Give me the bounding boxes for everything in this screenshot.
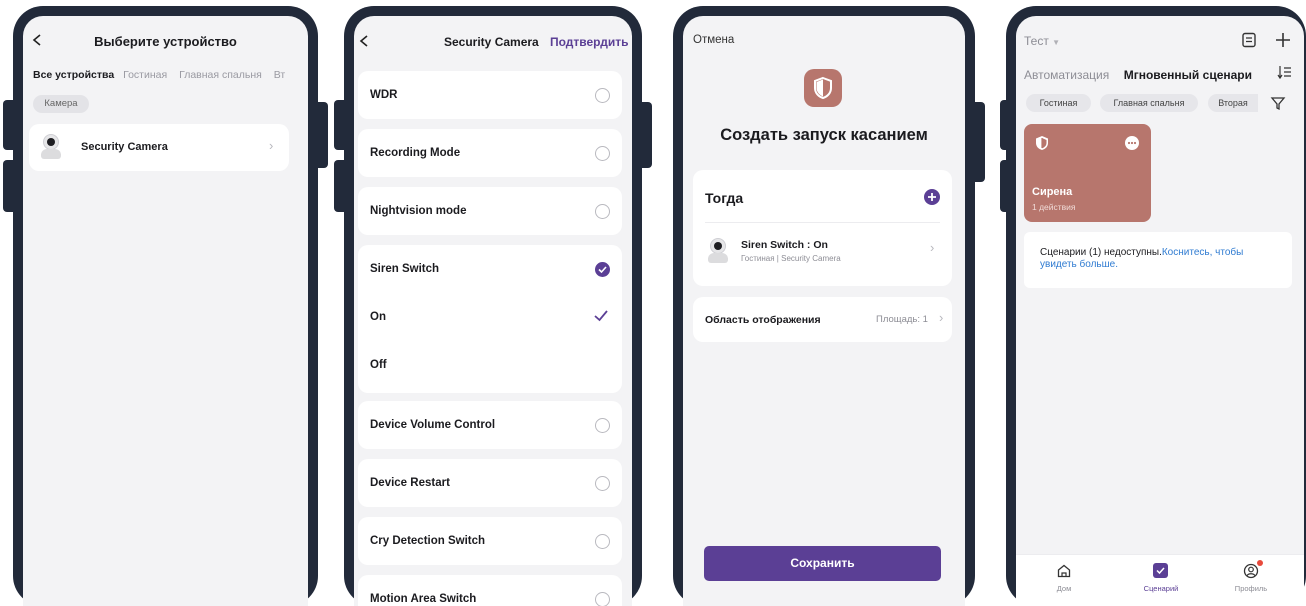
page-title: Выберите устройство: [94, 34, 237, 49]
confirm-button[interactable]: Подтвердить: [550, 35, 628, 49]
option-device-restart[interactable]: Device Restart: [358, 459, 622, 507]
bottom-nav: Дом Сценарий Профиль: [1016, 554, 1304, 606]
scene-icon: [1153, 563, 1168, 578]
option-wdr[interactable]: WDR: [358, 71, 622, 119]
device-name: Security Camera: [81, 141, 168, 153]
radio-unchecked-icon: [595, 534, 610, 549]
notification-dot: [1257, 560, 1263, 566]
then-section: Тогда Siren Switch : On Гостиная | Secur…: [693, 170, 952, 286]
scenes-screen: Тест ▼ Автоматизация Мгновенный сценари …: [1016, 16, 1304, 606]
device-row[interactable]: Security Camera ›: [29, 124, 289, 171]
radio-unchecked-icon: [595, 204, 610, 219]
action-subtitle: Гостиная | Security Camera: [741, 254, 841, 263]
option-nightvision[interactable]: Nightvision mode: [358, 187, 622, 235]
chevron-right-icon: ›: [269, 138, 274, 153]
tab-automation[interactable]: Автоматизация: [1024, 68, 1109, 82]
more-icon[interactable]: [1125, 136, 1139, 150]
home-name: Тест: [1024, 34, 1049, 48]
option-recording-mode[interactable]: Recording Mode: [358, 129, 622, 177]
add-icon[interactable]: [1274, 31, 1292, 49]
tap-to-run-screen: Отмена Создать запуск касанием Тогда Sir…: [683, 16, 965, 606]
caret-down-icon: ▼: [1052, 38, 1061, 47]
radio-checked-icon: [595, 262, 610, 277]
tab-master-bedroom[interactable]: Главная спальня: [179, 69, 262, 81]
camera-icon: [40, 134, 62, 160]
scene-tabs: Автоматизация Мгновенный сценари: [1024, 66, 1274, 82]
page-title: Security Camera: [444, 35, 539, 49]
radio-unchecked-icon: [595, 418, 610, 433]
radio-unchecked-icon: [595, 146, 610, 161]
suboption-on[interactable]: On: [358, 297, 622, 337]
action-row[interactable]: Siren Switch : On Гостиная | Security Ca…: [693, 228, 952, 276]
suboption-off[interactable]: Off: [358, 345, 622, 385]
category-chip[interactable]: Камера: [33, 95, 89, 113]
scene-name: Сирена: [1032, 186, 1073, 198]
home-selector[interactable]: Тест ▼: [1024, 34, 1060, 48]
chevron-right-icon: ›: [939, 310, 944, 325]
room-chip-master[interactable]: Главная спальня: [1100, 94, 1198, 112]
phone-frame-1: Выберите устройство Все устройства Гости…: [13, 6, 328, 606]
action-title: Siren Switch : On: [741, 239, 828, 251]
save-button[interactable]: Сохранить: [704, 546, 941, 581]
nav-home[interactable]: Дом: [1042, 563, 1086, 599]
option-motion-area[interactable]: Motion Area Switch: [358, 575, 622, 606]
nav-profile[interactable]: Профиль: [1226, 560, 1276, 599]
room-tabs: Все устройства Гостиная Главная спальня …: [33, 69, 308, 83]
cancel-button[interactable]: Отмена: [693, 34, 734, 46]
back-icon[interactable]: [358, 34, 372, 48]
chevron-right-icon: ›: [930, 240, 935, 255]
checkmark-icon: [592, 307, 610, 330]
option-siren-switch[interactable]: Siren Switch On Off: [358, 245, 622, 393]
radio-unchecked-icon: [595, 88, 610, 103]
notice-text: Сценарии (1) недоступны.: [1040, 247, 1162, 258]
add-action-icon[interactable]: [924, 189, 940, 205]
profile-icon: [1243, 563, 1261, 584]
tab-tap-to-run[interactable]: Мгновенный сценари: [1124, 68, 1252, 82]
phone-frame-4: Тест ▼ Автоматизация Мгновенный сценари …: [1006, 6, 1306, 606]
room-chip-living[interactable]: Гостиная: [1026, 94, 1091, 112]
area-label: Область отображения: [705, 314, 821, 326]
device-picker-screen: Выберите устройство Все устройства Гости…: [23, 16, 308, 606]
filter-icon[interactable]: [1270, 95, 1286, 111]
area-value: Площадь: 1: [876, 314, 928, 325]
sort-icon[interactable]: [1276, 64, 1292, 80]
tab-second[interactable]: Вт: [274, 69, 285, 81]
nav-scenes[interactable]: Сценарий: [1136, 563, 1186, 599]
shield-icon: [1035, 135, 1049, 151]
tab-all-devices[interactable]: Все устройства: [33, 69, 114, 81]
home-icon: [1056, 563, 1072, 584]
camera-icon: [707, 238, 729, 264]
dp-select-screen: Security Camera Подтвердить WDR Recordin…: [354, 16, 632, 606]
scene-subtitle: 1 действия: [1032, 202, 1076, 212]
radio-unchecked-icon: [595, 592, 610, 606]
then-label: Тогда: [705, 190, 744, 206]
unavailable-notice[interactable]: Сценарии (1) недоступны.Коснитесь, чтобы…: [1024, 232, 1292, 288]
phone-frame-2: Security Camera Подтвердить WDR Recordin…: [344, 6, 652, 606]
page-title: Создать запуск касанием: [720, 126, 928, 144]
log-icon[interactable]: [1241, 32, 1257, 48]
radio-unchecked-icon: [595, 476, 610, 491]
option-cry-detection[interactable]: Cry Detection Switch: [358, 517, 622, 565]
scene-tile[interactable]: Сирена 1 действия: [1024, 124, 1151, 222]
phone-frame-3: Отмена Создать запуск касанием Тогда Sir…: [673, 6, 985, 606]
display-area-row[interactable]: Область отображения Площадь: 1 ›: [693, 297, 952, 342]
shield-icon[interactable]: [804, 69, 842, 107]
room-chip-second[interactable]: Вторая: [1208, 94, 1258, 112]
tab-living-room[interactable]: Гостиная: [123, 69, 167, 81]
option-device-volume[interactable]: Device Volume Control: [358, 401, 622, 449]
